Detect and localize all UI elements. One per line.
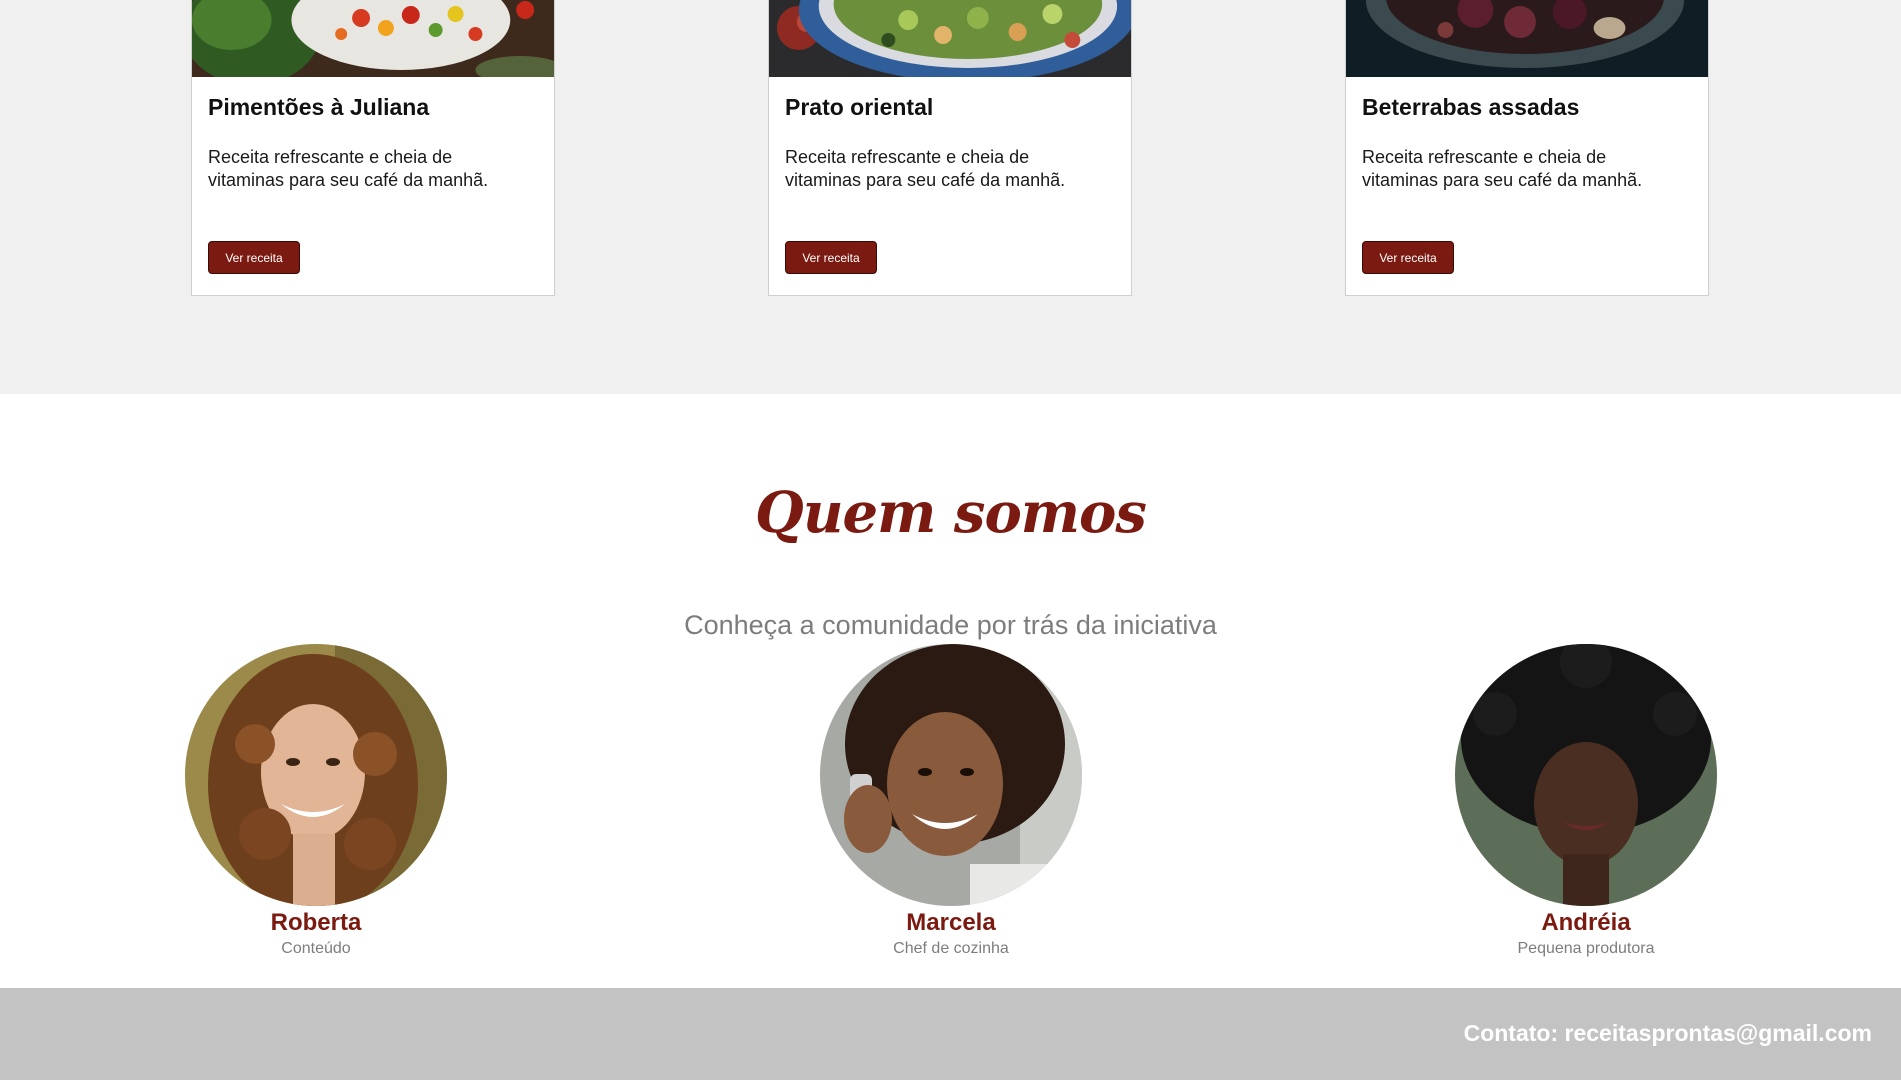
recipe-title: Beterrabas assadas <box>1362 94 1580 120</box>
recipe-card-pimentoes: Pimentões à Juliana Receita refrescante … <box>191 0 555 296</box>
view-recipe-button[interactable]: Ver receita <box>1362 241 1454 274</box>
member-role: Pequena produtora <box>1517 940 1655 957</box>
recipe-title: Prato oriental <box>785 94 934 120</box>
member-role: Chef de cozinha <box>893 940 1009 957</box>
recipe-card-prato-oriental: Prato oriental Receita refrescante e che… <box>768 0 1132 296</box>
member-name: Roberta <box>270 909 362 936</box>
member-name: Andréia <box>1541 909 1631 936</box>
team-member-roberta: Roberta Conteúdo <box>185 644 447 958</box>
recipe-photo-salad-peppers <box>192 0 554 77</box>
contact-email[interactable]: Contato: receitasprontas@gmail.com <box>1464 1020 1872 1047</box>
avatar <box>1455 644 1717 906</box>
about-section: Quem somos Conheça a comunidade por trás… <box>0 394 1901 988</box>
team-member-andreia: Andréia Pequena produtora <box>1455 644 1717 958</box>
section-subtitle: Conheça a comunidade por trás da iniciat… <box>684 610 1217 640</box>
avatar <box>820 644 1082 906</box>
recipe-title: Pimentões à Juliana <box>208 94 430 120</box>
recipe-card-beterrabas: Beterrabas assadas Receita refrescante e… <box>1345 0 1709 296</box>
member-name: Marcela <box>906 909 996 936</box>
view-recipe-button[interactable]: Ver receita <box>785 241 877 274</box>
recipe-description: Receita refrescante e cheia de vitaminas… <box>208 147 489 190</box>
recipe-photo-roasted-beets <box>1346 0 1708 77</box>
footer: Contato: receitasprontas@gmail.com <box>0 988 1901 1080</box>
avatar <box>185 644 447 906</box>
team-member-marcela: Marcela Chef de cozinha <box>820 644 1082 958</box>
member-role: Conteúdo <box>281 940 351 957</box>
recipes-section: Pimentões à Juliana Receita refrescante … <box>0 0 1901 394</box>
recipe-description: Receita refrescante e cheia de vitaminas… <box>785 147 1066 190</box>
recipe-description: Receita refrescante e cheia de vitaminas… <box>1362 147 1643 190</box>
section-title: Quem somos <box>755 480 1147 546</box>
view-recipe-button[interactable]: Ver receita <box>208 241 300 274</box>
recipe-photo-oriental-bowl <box>769 0 1131 77</box>
